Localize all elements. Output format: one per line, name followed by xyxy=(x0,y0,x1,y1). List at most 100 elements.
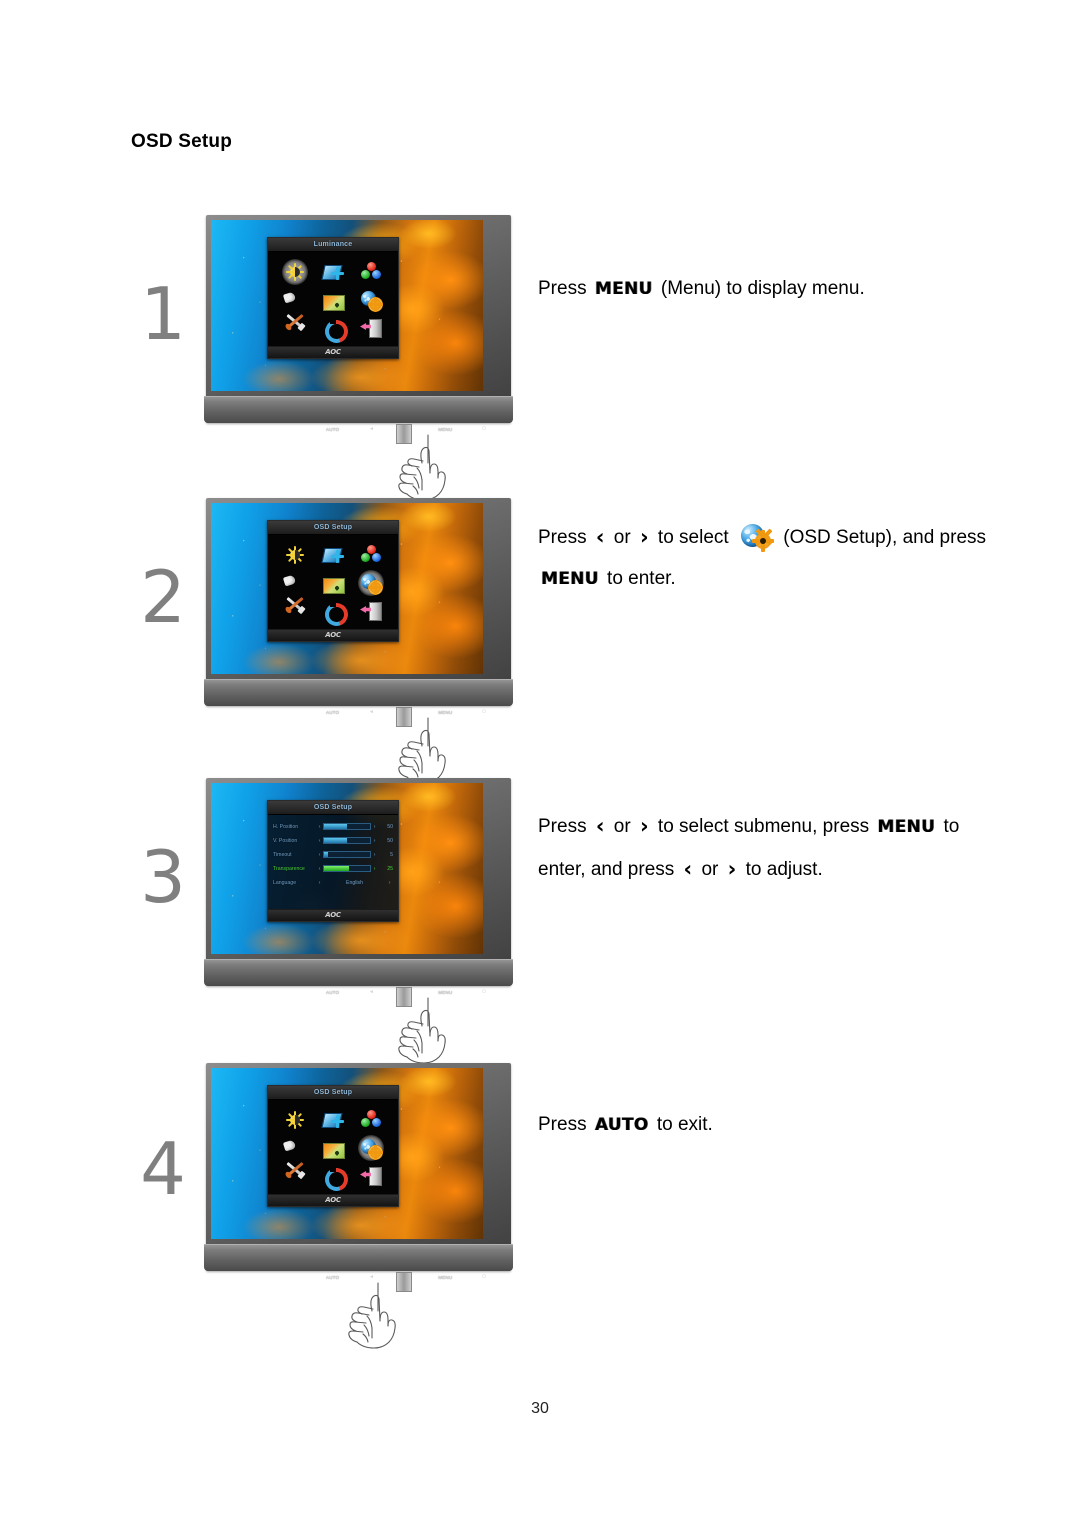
osd-setup-icon xyxy=(360,573,383,595)
aoc-logo: AOC xyxy=(325,911,341,919)
osd-icon-image-setup[interactable] xyxy=(314,258,352,286)
osd-icon-reset[interactable] xyxy=(314,597,352,630)
auto-key-label: AUTO xyxy=(594,1115,649,1135)
osd-icon-reset[interactable] xyxy=(314,1162,352,1195)
power-button[interactable]: ⏻ xyxy=(482,709,486,715)
osd-dialog-body xyxy=(268,252,398,347)
left-button[interactable]: ◄ xyxy=(369,426,374,432)
auto-button[interactable]: AUTO xyxy=(326,1275,339,1280)
osd-icon-exit[interactable] xyxy=(352,1162,390,1190)
osd-picture-icon xyxy=(323,293,345,311)
osd-icon-osd-setup[interactable] xyxy=(352,286,390,314)
osd-dialog: OSD Setup H. Position ‹ › 50 V. Position… xyxy=(267,800,399,922)
osd-icon-image-setup[interactable] xyxy=(314,541,352,569)
color-setup-icon xyxy=(360,545,382,565)
row-slider[interactable] xyxy=(323,865,371,872)
osd-dialog-title: OSD Setup xyxy=(268,1086,398,1100)
monitor-illustration: OSD Setup AOC AUTO ◄ MENU ⏻ xyxy=(204,498,513,784)
instr-part-1: Press xyxy=(538,816,587,837)
row-left-arrow-icon[interactable]: ‹ xyxy=(316,824,323,830)
osd-setup-icon xyxy=(360,290,383,312)
osd-icon-osd-setup[interactable] xyxy=(352,1134,390,1162)
instruction-text: Press ‹ or › to select submenu, press ME… xyxy=(538,805,1008,890)
osd-icon-picture-boost[interactable] xyxy=(276,569,314,597)
osd-row-h-position[interactable]: H. Position ‹ › 50 xyxy=(273,821,393,832)
osd-icon-grid xyxy=(276,541,390,630)
power-button[interactable]: ⏻ xyxy=(482,426,486,432)
extra-tools-icon xyxy=(284,596,306,621)
osd-row-transparence[interactable]: Transparence ‹ › 25 xyxy=(273,863,393,874)
instr-part-3: (OSD Setup), and press xyxy=(783,527,987,548)
menu-button[interactable]: MENU xyxy=(438,990,452,995)
menu-button[interactable]: MENU xyxy=(438,710,452,715)
osd-icon-luminance[interactable] xyxy=(276,541,314,569)
osd-icon-luminance[interactable] xyxy=(276,258,314,286)
instr-part-1: Press xyxy=(538,1114,587,1135)
reset-icon xyxy=(321,1164,352,1195)
osd-icon-luminance[interactable] xyxy=(276,1106,314,1134)
power-button[interactable]: ⏻ xyxy=(482,1274,486,1280)
osd-icon-exit[interactable] xyxy=(352,314,390,342)
exit-door-icon xyxy=(360,318,382,338)
row-slider[interactable] xyxy=(323,837,371,844)
row-left-arrow-icon[interactable]: ‹ xyxy=(316,866,323,872)
osd-dialog-body: H. Position ‹ › 50 V. Position ‹ › 50 Ti… xyxy=(268,815,398,909)
row-right-arrow-icon[interactable]: › xyxy=(386,880,393,886)
osd-row-v-position[interactable]: V. Position ‹ › 50 xyxy=(273,835,393,846)
left-button[interactable]: ◄ xyxy=(369,989,374,995)
osd-dialog: OSD Setup AOC xyxy=(267,520,399,642)
osd-row-language[interactable]: Language ‹ English › xyxy=(273,877,393,888)
left-button[interactable]: ◄ xyxy=(369,1274,374,1280)
row-left-arrow-icon[interactable]: ‹ xyxy=(316,838,323,844)
osd-picture-icon xyxy=(323,576,345,594)
auto-button[interactable]: AUTO xyxy=(326,427,339,432)
row-right-arrow-icon[interactable]: › xyxy=(371,838,378,844)
osd-icon-osd-picture[interactable] xyxy=(314,286,352,314)
row-right-arrow-icon[interactable]: › xyxy=(371,866,378,872)
osd-icon-osd-picture[interactable] xyxy=(314,569,352,597)
osd-row-timeout[interactable]: Timeout ‹ › 5 xyxy=(273,849,393,860)
power-button[interactable]: ⏻ xyxy=(482,989,486,995)
menu-key-label: MENU xyxy=(594,279,653,299)
instruction-text: Press ‹ or › to select (OSD Setup), and … xyxy=(538,516,1008,600)
step-number: 1 xyxy=(140,272,186,356)
row-right-arrow-icon[interactable]: › xyxy=(371,852,378,858)
osd-setup-icon xyxy=(360,1138,383,1160)
osd-icon-extra[interactable] xyxy=(276,313,314,342)
osd-submenu-list: H. Position ‹ › 50 V. Position ‹ › 50 Ti… xyxy=(273,821,393,891)
auto-button[interactable]: AUTO xyxy=(326,710,339,715)
row-left-arrow-icon[interactable]: ‹ xyxy=(316,852,323,858)
osd-icon-exit[interactable] xyxy=(352,597,390,625)
instr-part-2: to select xyxy=(657,527,729,548)
row-right-arrow-icon[interactable]: › xyxy=(371,824,378,830)
osd-icon-picture-boost[interactable] xyxy=(276,1134,314,1162)
osd-icon-reset[interactable] xyxy=(314,314,352,347)
row-slider[interactable] xyxy=(323,823,371,830)
menu-button[interactable]: MENU xyxy=(438,427,452,432)
menu-button[interactable]: MENU xyxy=(438,1275,452,1280)
instr-part-1: Press xyxy=(538,527,587,548)
image-setup-icon xyxy=(321,1110,344,1130)
osd-icon-image-setup[interactable] xyxy=(314,1106,352,1134)
osd-icon-extra[interactable] xyxy=(276,596,314,625)
auto-button[interactable]: AUTO xyxy=(326,990,339,995)
instr-part-4: to xyxy=(745,859,762,880)
left-button[interactable]: ◄ xyxy=(369,709,374,715)
osd-icon-color-setup[interactable] xyxy=(352,258,390,286)
osd-icon-extra[interactable] xyxy=(276,1161,314,1190)
row-left-arrow-icon[interactable]: ‹ xyxy=(316,880,323,886)
osd-icon-color-setup[interactable] xyxy=(352,1106,390,1134)
instr-or: or xyxy=(613,527,631,548)
reset-icon xyxy=(321,316,352,347)
monitor-body: Luminance AOC xyxy=(206,215,511,423)
osd-icon-picture-boost[interactable] xyxy=(276,286,314,314)
menu-key-label: MENU xyxy=(541,569,599,589)
osd-dialog-footer: AOC xyxy=(268,346,398,358)
row-value: 5 xyxy=(390,851,393,858)
row-value: English xyxy=(345,879,363,886)
osd-dialog-body xyxy=(268,535,398,630)
osd-icon-osd-setup[interactable] xyxy=(352,569,390,597)
osd-icon-color-setup[interactable] xyxy=(352,541,390,569)
osd-icon-osd-picture[interactable] xyxy=(314,1134,352,1162)
row-slider[interactable] xyxy=(323,851,371,858)
